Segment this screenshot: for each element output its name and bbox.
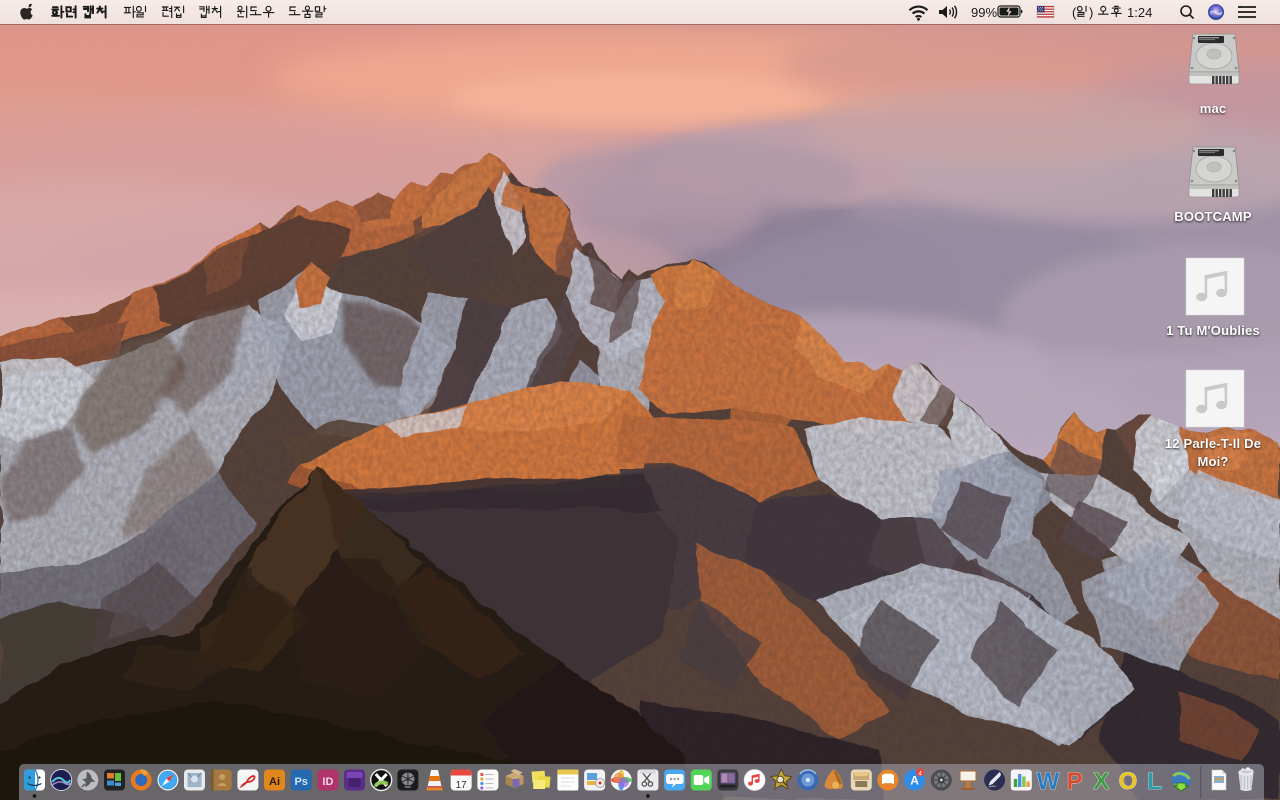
svg-text:Ai: Ai — [269, 776, 280, 788]
svg-text:ID: ID — [322, 776, 333, 788]
svg-text:X: X — [1093, 768, 1109, 795]
svg-text:): ) — [1089, 5, 1093, 20]
svg-text:Ps: Ps — [294, 776, 307, 788]
svg-text:17: 17 — [456, 780, 468, 791]
svg-text:1:24: 1:24 — [1127, 5, 1152, 20]
svg-text:99%: 99% — [971, 5, 997, 20]
svg-text:O: O — [1119, 768, 1138, 795]
svg-text:P: P — [1067, 768, 1083, 795]
svg-text:L: L — [1147, 768, 1162, 795]
svg-text:W: W — [1037, 768, 1060, 795]
svg-text:(: ( — [1072, 5, 1077, 20]
